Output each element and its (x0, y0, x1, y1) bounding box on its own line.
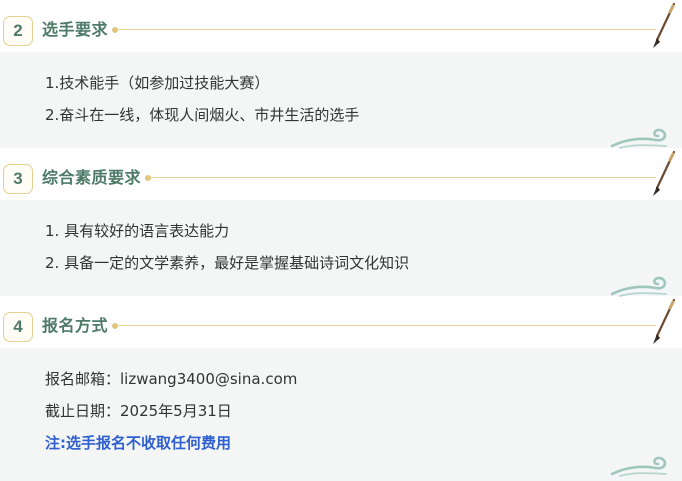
section-header: 3 综合素质要求 (0, 148, 682, 196)
requirement-line: 1.技术能手（如参加过技能大赛） (45, 74, 270, 92)
requirement-line: 1. 具有较好的语言表达能力 (45, 222, 230, 240)
section-registration: 4 报名方式 报名邮箱：lizwang3400@sina.com 截止日期：20… (0, 296, 682, 481)
fee-note: 注:选手报名不收取任何费用 (45, 434, 231, 452)
rule-dot (112, 27, 118, 33)
section-content-panel: 1. 具有较好的语言表达能力 2. 具备一定的文学素养，最好是掌握基础诗词文化知… (0, 200, 682, 297)
header-rule (151, 177, 656, 178)
section-header: 4 报名方式 (0, 296, 682, 344)
header-rule (118, 29, 656, 30)
section-content-panel: 报名邮箱：lizwang3400@sina.com 截止日期：2025年5月31… (0, 348, 682, 481)
calligraphy-brush-icon (653, 298, 676, 344)
section-header: 2 选手要求 (0, 0, 682, 48)
cloud-swirl-icon (610, 276, 667, 297)
registration-deadline: 截止日期：2025年5月31日 (45, 402, 232, 420)
section-player-requirements: 2 选手要求 1.技术能手（如参加过技能大赛） 2.奋斗在一线，体现人间烟火、市… (0, 0, 682, 149)
section-overall-quality: 3 综合素质要求 1. 具有较好的语言表达能力 2. 具备一定的文学素养，最好是… (0, 148, 682, 297)
requirement-line: 2. 具备一定的文学素养，最好是掌握基础诗词文化知识 (45, 254, 410, 272)
section-number-badge: 3 (3, 164, 33, 194)
rule-dot (112, 323, 118, 329)
section-number-badge: 4 (3, 312, 33, 342)
cloud-swirl-icon (610, 456, 667, 477)
registration-email: 报名邮箱：lizwang3400@sina.com (45, 370, 298, 388)
cloud-swirl-icon (610, 128, 667, 149)
calligraphy-brush-icon (653, 2, 676, 48)
section-content-panel: 1.技术能手（如参加过技能大赛） 2.奋斗在一线，体现人间烟火、市井生活的选手 (0, 52, 682, 149)
section-title: 报名方式 (42, 316, 109, 335)
section-title: 综合素质要求 (42, 168, 142, 187)
calligraphy-brush-icon (653, 150, 676, 196)
rule-dot (145, 175, 151, 181)
section-title: 选手要求 (42, 20, 109, 39)
section-number-badge: 2 (3, 16, 33, 46)
requirement-line: 2.奋斗在一线，体现人间烟火、市井生活的选手 (45, 106, 360, 124)
header-rule (118, 325, 656, 326)
